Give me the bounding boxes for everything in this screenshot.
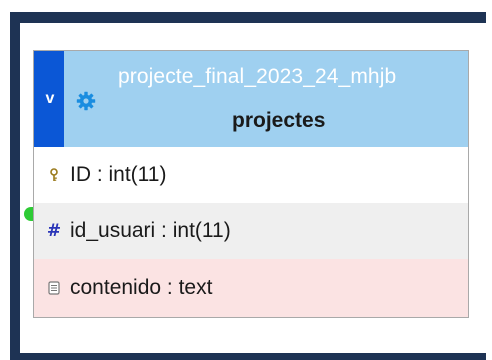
table-card-projectes[interactable]: v projecte_final_2023_24_mhjb projectes (33, 50, 469, 318)
text-field-icon (46, 281, 62, 295)
database-name: projecte_final_2023_24_mhjb (118, 65, 397, 88)
collapse-toggle-button[interactable]: v (34, 51, 64, 147)
hash-icon: # (46, 221, 62, 241)
field-label: contenido : text (70, 276, 213, 299)
key-icon (46, 168, 62, 182)
field-row-id-usuari[interactable]: # id_usuari : int(11) (34, 203, 468, 259)
field-row-id[interactable]: ID : int(11) (34, 147, 468, 203)
collapse-toggle-label: v (45, 90, 55, 107)
gear-icon[interactable] (76, 91, 96, 111)
table-name[interactable]: projectes (232, 109, 325, 133)
field-row-contenido[interactable]: contenido : text (34, 259, 468, 317)
field-label: id_usuari : int(11) (70, 219, 231, 242)
field-label: ID : int(11) (70, 163, 167, 186)
table-card-header[interactable]: v projecte_final_2023_24_mhjb projectes (34, 51, 468, 147)
